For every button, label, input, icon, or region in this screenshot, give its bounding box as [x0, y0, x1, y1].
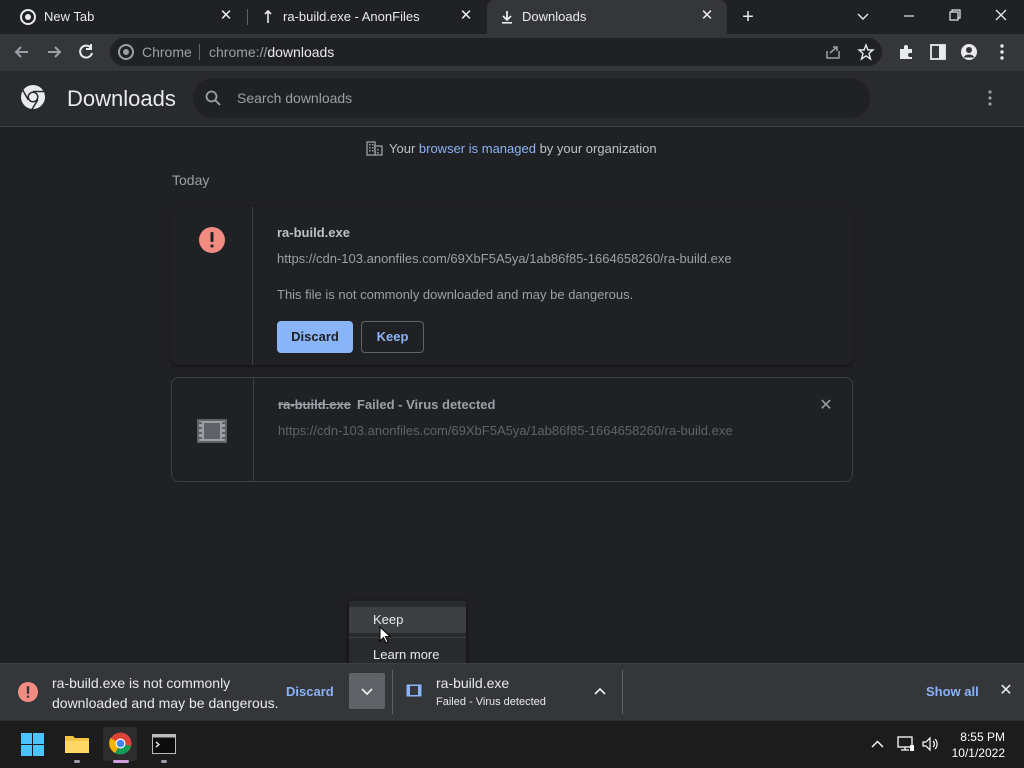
loading-icon — [264, 9, 272, 23]
more-vert-icon[interactable] — [980, 88, 1000, 108]
file-icon — [197, 419, 227, 443]
card-divider — [253, 378, 254, 481]
restore-icon[interactable] — [948, 8, 962, 22]
search-placeholder: Search downloads — [237, 90, 353, 106]
download-filename: ra-build.exe — [278, 397, 351, 412]
tab-strip: New Tab ✕ ra-build.exe - AnonFiles ✕ Dow… — [0, 0, 1024, 34]
volume-icon[interactable] — [921, 736, 939, 752]
shelf-discard-button[interactable]: Discard — [286, 684, 334, 699]
more-vert-icon[interactable] — [993, 43, 1011, 61]
url-path: downloads — [267, 44, 335, 60]
url-prefix: chrome:// — [209, 44, 268, 60]
taskbar-indicator — [113, 760, 129, 763]
share-icon[interactable] — [824, 43, 842, 61]
side-panel-icon[interactable] — [929, 43, 947, 61]
tab-new-tab[interactable]: New Tab ✕ — [0, 0, 246, 34]
minimize-icon[interactable] — [902, 9, 916, 23]
clock-time[interactable]: 8:55 PM — [960, 730, 1005, 744]
new-tab-button[interactable]: + — [738, 7, 758, 28]
chevron-down-icon — [361, 688, 373, 696]
managed-suffix: by your organization — [535, 141, 657, 156]
discard-button[interactable]: Discard — [277, 321, 353, 353]
chrome-icon — [118, 44, 134, 60]
tab-anonfiles[interactable]: ra-build.exe - AnonFiles ✕ — [248, 0, 486, 34]
download-status: Failed - Virus detected — [357, 397, 496, 412]
mouse-cursor-icon — [379, 626, 391, 644]
star-icon[interactable] — [857, 43, 875, 61]
shelf-separator — [392, 670, 393, 714]
building-icon — [366, 141, 383, 156]
shelf-dropdown-button[interactable] — [349, 673, 385, 709]
shelf-file-name[interactable]: ra-build.exe — [436, 675, 509, 691]
close-icon[interactable]: ✕ — [218, 8, 234, 24]
download-url[interactable]: https://cdn-103.anonfiles.com/69XbF5A5ya… — [277, 251, 732, 266]
forward-icon[interactable] — [44, 42, 64, 62]
keep-button[interactable]: Keep — [361, 321, 424, 353]
file-explorer-icon[interactable] — [64, 733, 90, 755]
show-all-button[interactable]: Show all — [926, 684, 979, 699]
tab-title: ra-build.exe - AnonFiles — [283, 9, 420, 24]
close-icon[interactable]: ✕ — [699, 8, 715, 24]
close-shelf-button[interactable]: ✕ — [996, 681, 1016, 701]
managed-notice: Your browser is managed by your organiza… — [366, 140, 657, 156]
omnibox-separator — [199, 44, 200, 60]
taskbar-indicator — [74, 760, 80, 763]
download-item-dangerous: ra-build.exe https://cdn-103.anonfiles.c… — [171, 207, 853, 365]
omnibox-label: Chrome — [142, 44, 192, 60]
section-today: Today — [172, 172, 210, 188]
shelf-context-menu: Keep Learn more — [349, 601, 466, 668]
managed-link[interactable]: browser is managed — [419, 141, 536, 156]
download-url: https://cdn-103.anonfiles.com/69XbF5A5ya… — [278, 423, 733, 438]
download-item-failed: ra-build.exe Failed - Virus detected htt… — [171, 377, 853, 482]
card-divider — [252, 207, 253, 365]
menu-separator — [349, 637, 466, 638]
menu-item-keep[interactable]: Keep — [349, 607, 466, 633]
extensions-icon[interactable] — [897, 43, 915, 61]
terminal-icon[interactable] — [152, 734, 176, 754]
danger-warning: This file is not commonly downloaded and… — [277, 287, 634, 302]
tab-downloads[interactable]: Downloads ✕ — [487, 0, 727, 34]
shelf-separator — [622, 670, 623, 714]
network-icon[interactable] — [897, 736, 915, 752]
chevron-up-icon[interactable] — [871, 738, 884, 751]
error-icon — [199, 227, 225, 253]
url-text[interactable]: chrome://downloads — [209, 44, 334, 60]
managed-prefix: Your — [389, 141, 419, 156]
download-icon — [502, 11, 512, 24]
chrome-logo-icon — [21, 85, 45, 110]
shelf-warning-text: ra-build.exe is not commonly downloaded … — [52, 675, 279, 711]
profile-icon[interactable] — [960, 43, 978, 61]
search-icon — [205, 90, 221, 106]
window-close-icon[interactable] — [994, 8, 1008, 22]
chrome-icon — [109, 732, 132, 755]
taskbar-indicator — [161, 760, 167, 763]
tab-title: Downloads — [522, 9, 587, 24]
windows-start-icon[interactable] — [21, 733, 44, 756]
clock-date[interactable]: 10/1/2022 — [945, 746, 1005, 760]
error-icon — [18, 682, 38, 702]
download-filename: ra-build.exe — [277, 225, 350, 240]
chrome-icon — [20, 9, 36, 25]
chevron-up-icon[interactable] — [593, 685, 607, 699]
back-icon[interactable] — [12, 42, 32, 62]
close-icon[interactable]: ✕ — [458, 8, 474, 24]
page-title: Downloads — [67, 86, 176, 111]
file-icon — [406, 684, 422, 697]
reload-icon[interactable] — [76, 42, 96, 62]
remove-item-button[interactable]: ✕ — [816, 396, 836, 416]
tab-title: New Tab — [44, 9, 95, 24]
chevron-down-icon[interactable] — [856, 9, 870, 23]
shelf-file-status: Failed - Virus detected — [436, 696, 546, 708]
